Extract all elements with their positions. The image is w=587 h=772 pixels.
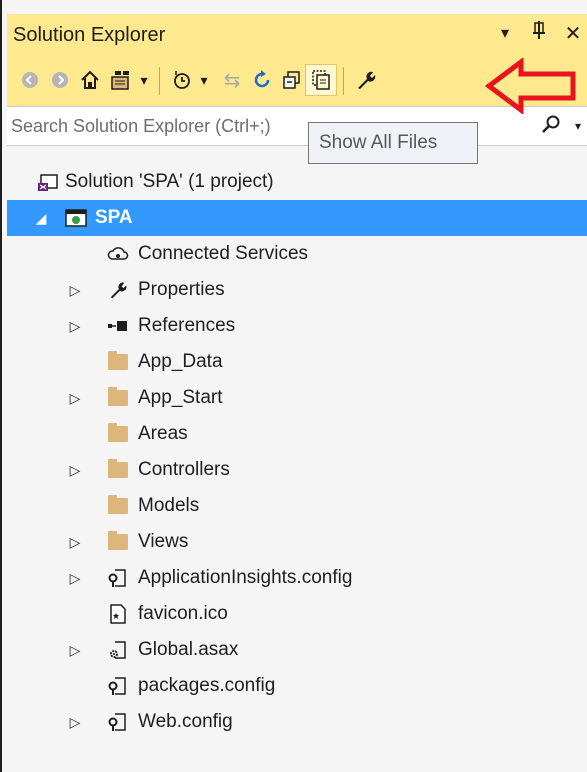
tree-item-label: SPA xyxy=(95,207,133,228)
refresh-button[interactable] xyxy=(247,65,277,95)
tree-item-label: Connected Services xyxy=(138,243,309,264)
red-arrow-annotation xyxy=(484,57,580,119)
tree-item-folder[interactable]: Models xyxy=(7,488,587,524)
tree-item-folder[interactable]: ▷ App_Start xyxy=(7,380,587,416)
toolbar-separator xyxy=(159,67,160,95)
folder-icon xyxy=(107,423,129,445)
tree-item-label: Properties xyxy=(138,279,225,300)
clock-icon xyxy=(174,71,190,89)
web-project-icon xyxy=(65,207,87,229)
config-file-icon xyxy=(107,711,129,733)
forward-arrow-icon xyxy=(52,72,68,88)
collapse-arrow-icon[interactable]: ◢ xyxy=(33,210,49,227)
references-icon xyxy=(107,315,129,337)
home-icon xyxy=(81,70,99,89)
tree-item-file[interactable]: ▷ ApplicationInsights.config xyxy=(7,560,587,596)
forward-button[interactable] xyxy=(45,65,75,95)
tree-item-solution[interactable]: Solution 'SPA' (1 project) xyxy=(7,164,587,200)
tree-item-label: App_Start xyxy=(138,387,223,408)
expand-arrow-icon[interactable]: ▷ xyxy=(67,462,83,479)
folder-icon xyxy=(107,459,129,481)
switch-views-icon xyxy=(111,71,129,90)
tree-item-label: Web.config xyxy=(138,711,233,732)
window-edge xyxy=(0,0,2,772)
folder-icon xyxy=(107,351,129,373)
sync-with-active-document-button[interactable]: ⇆ xyxy=(217,65,247,95)
expand-arrow-icon[interactable]: ▷ xyxy=(67,714,83,731)
tree-item-label: ApplicationInsights.config xyxy=(138,567,353,588)
switch-views-button[interactable] xyxy=(107,65,137,95)
image-file-icon xyxy=(107,603,129,625)
tree-item-file[interactable]: ▷ Web.config xyxy=(7,704,587,740)
home-button[interactable] xyxy=(75,65,105,95)
tree-item-project[interactable]: ◢ SPA xyxy=(7,200,587,236)
show-all-files-icon xyxy=(312,70,330,90)
expand-arrow-icon[interactable]: ▷ xyxy=(67,534,83,551)
tree-item-folder[interactable]: ▷ Controllers xyxy=(7,452,587,488)
auto-hide-pin-icon[interactable] xyxy=(529,20,549,46)
sync-icon: ⇆ xyxy=(223,69,241,92)
folder-icon xyxy=(107,495,129,517)
pending-changes-dropdown[interactable]: ▾ xyxy=(195,65,213,95)
back-button[interactable] xyxy=(15,65,45,95)
expand-arrow-icon[interactable]: ▷ xyxy=(67,570,83,587)
tree-item-label: References xyxy=(138,315,236,336)
properties-button[interactable] xyxy=(351,65,381,95)
back-arrow-icon xyxy=(22,72,38,88)
solution-icon xyxy=(37,171,59,193)
tree-item-label: packages.config xyxy=(138,675,276,696)
tree-item-label: favicon.ico xyxy=(138,603,228,624)
tree-item-connected-services[interactable]: Connected Services xyxy=(7,236,587,272)
tree-item-properties[interactable]: ▷ Properties xyxy=(7,272,587,308)
title-bar: Solution Explorer ▾ ✕ xyxy=(7,14,587,56)
tree-item-label: Global.asax xyxy=(138,639,239,660)
folder-icon xyxy=(107,387,129,409)
refresh-icon xyxy=(254,70,270,88)
expand-arrow-icon[interactable]: ▷ xyxy=(67,318,83,335)
connected-services-icon xyxy=(107,243,129,265)
expand-arrow-icon[interactable]: ▷ xyxy=(67,642,83,659)
tree-item-label: App_Data xyxy=(138,351,223,372)
chevron-down-icon: ▾ xyxy=(140,71,148,88)
tree-item-folder[interactable]: ▷ Views xyxy=(7,524,587,560)
tree-item-label: Controllers xyxy=(138,459,230,480)
expand-arrow-icon[interactable]: ▷ xyxy=(67,390,83,407)
collapse-all-icon xyxy=(283,71,300,89)
window-position-dropdown-icon[interactable]: ▾ xyxy=(495,23,515,43)
asax-file-icon xyxy=(107,639,129,661)
tree-item-file[interactable]: favicon.ico xyxy=(7,596,587,632)
tree-item-folder[interactable]: App_Data xyxy=(7,344,587,380)
show-all-files-button[interactable] xyxy=(305,64,337,96)
tree-item-label: Views xyxy=(138,531,189,552)
pending-changes-filter-button[interactable] xyxy=(167,65,197,95)
collapse-all-button[interactable] xyxy=(277,65,307,95)
chevron-down-icon: ▾ xyxy=(200,71,208,88)
search-input[interactable]: Search Solution Explorer (Ctrl+;) xyxy=(11,116,311,137)
panel-title: Solution Explorer xyxy=(13,24,166,46)
solution-explorer-panel: Solution Explorer ▾ ✕ ▾ ▾ ⇆ Search Solut… xyxy=(7,14,587,772)
folder-icon xyxy=(107,531,129,553)
tree-item-file[interactable]: packages.config xyxy=(7,668,587,704)
tree-item-folder[interactable]: Areas xyxy=(7,416,587,452)
tree-item-label: Models xyxy=(138,495,200,516)
search-options-dropdown-icon[interactable]: ▾ xyxy=(575,119,581,133)
close-icon[interactable]: ✕ xyxy=(563,21,583,46)
config-file-icon xyxy=(107,567,129,589)
wrench-icon xyxy=(358,71,376,89)
tree-item-label: Areas xyxy=(138,423,188,444)
wrench-icon xyxy=(107,279,129,301)
tree-item-references[interactable]: ▷ References xyxy=(7,308,587,344)
title-bar-controls: ▾ ✕ xyxy=(495,20,583,46)
config-file-icon xyxy=(107,675,129,697)
tree-item-file[interactable]: ▷ Global.asax xyxy=(7,632,587,668)
tree-item-label: Solution 'SPA' (1 project) xyxy=(65,171,274,192)
tooltip-show-all-files: Show All Files xyxy=(308,122,478,164)
switch-views-dropdown[interactable]: ▾ xyxy=(135,65,153,95)
expand-arrow-icon[interactable]: ▷ xyxy=(67,282,83,299)
toolbar-separator xyxy=(343,67,344,95)
